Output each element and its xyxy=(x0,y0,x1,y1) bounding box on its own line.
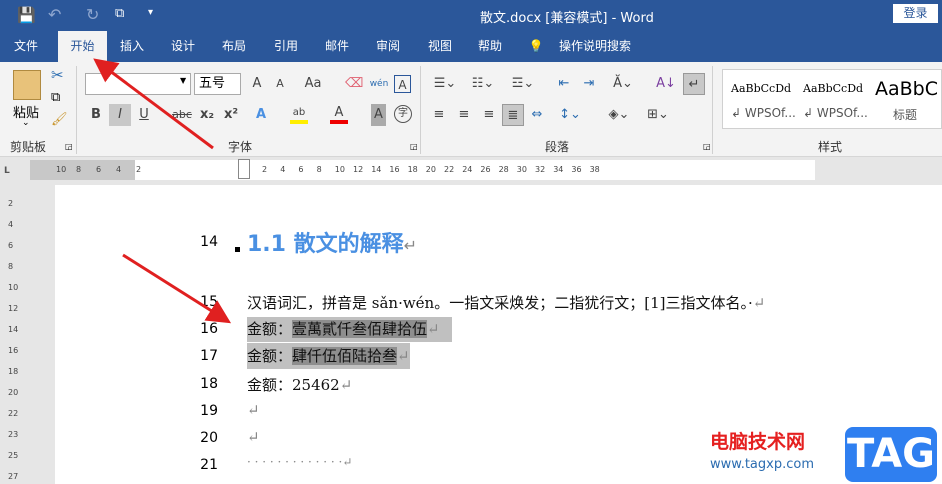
watermark-site: 电脑技术网 xyxy=(710,431,806,453)
annotation-arrows xyxy=(93,58,232,324)
watermark-url: www.tagxp.com xyxy=(710,457,814,472)
arrow-to-selection xyxy=(122,253,232,324)
arrow-to-home-tab xyxy=(93,58,214,150)
watermark-tag-logo: TAG xyxy=(845,427,937,482)
